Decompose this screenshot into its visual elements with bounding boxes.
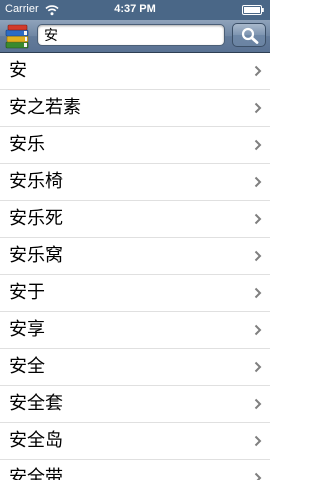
books-stack-icon[interactable] bbox=[4, 23, 31, 50]
magnifier-icon bbox=[241, 27, 259, 44]
chevron-right-icon bbox=[254, 250, 262, 262]
list-item[interactable]: 安之若素 bbox=[0, 90, 270, 127]
list-item[interactable]: 安全带 bbox=[0, 460, 270, 480]
search-input[interactable] bbox=[37, 24, 225, 46]
results-list: 安安之若素安乐安乐椅安乐死安乐窝安于安享安全安全套安全岛安全带 bbox=[0, 53, 270, 480]
chevron-right-icon bbox=[254, 176, 262, 188]
chevron-right-icon bbox=[254, 287, 262, 299]
list-item[interactable]: 安 bbox=[0, 53, 270, 90]
list-item-label: 安乐窝 bbox=[9, 245, 63, 266]
list-item-label: 安 bbox=[9, 60, 27, 81]
list-item[interactable]: 安享 bbox=[0, 312, 270, 349]
list-item[interactable]: 安乐窝 bbox=[0, 238, 270, 275]
list-item[interactable]: 安全岛 bbox=[0, 423, 270, 460]
search-button[interactable] bbox=[232, 23, 266, 47]
list-item[interactable]: 安乐死 bbox=[0, 201, 270, 238]
chevron-right-icon bbox=[254, 65, 262, 77]
list-item-label: 安全岛 bbox=[9, 430, 63, 451]
chevron-right-icon bbox=[254, 324, 262, 336]
chevron-right-icon bbox=[254, 139, 262, 151]
list-item-label: 安乐椅 bbox=[9, 171, 63, 192]
status-bar: Carrier 4:37 PM bbox=[0, 0, 270, 20]
list-item[interactable]: 安乐 bbox=[0, 127, 270, 164]
list-item-label: 安乐 bbox=[9, 134, 45, 155]
list-item-label: 安之若素 bbox=[9, 97, 81, 118]
list-item-label: 安全 bbox=[9, 356, 45, 377]
list-item[interactable]: 安全 bbox=[0, 349, 270, 386]
search-toolbar bbox=[0, 20, 270, 53]
list-item[interactable]: 安于 bbox=[0, 275, 270, 312]
chevron-right-icon bbox=[254, 472, 262, 480]
list-item[interactable]: 安乐椅 bbox=[0, 164, 270, 201]
chevron-right-icon bbox=[254, 398, 262, 410]
list-item-label: 安全带 bbox=[9, 467, 63, 480]
list-item-label: 安乐死 bbox=[9, 208, 63, 229]
status-time: 4:37 PM bbox=[114, 3, 156, 15]
battery-icon bbox=[242, 5, 264, 15]
chevron-right-icon bbox=[254, 361, 262, 373]
list-item-label: 安全套 bbox=[9, 393, 63, 414]
chevron-right-icon bbox=[254, 213, 262, 225]
list-item-label: 安于 bbox=[9, 282, 45, 303]
chevron-right-icon bbox=[254, 435, 262, 447]
list-item[interactable]: 安全套 bbox=[0, 386, 270, 423]
list-item-label: 安享 bbox=[9, 319, 45, 340]
chevron-right-icon bbox=[254, 102, 262, 114]
